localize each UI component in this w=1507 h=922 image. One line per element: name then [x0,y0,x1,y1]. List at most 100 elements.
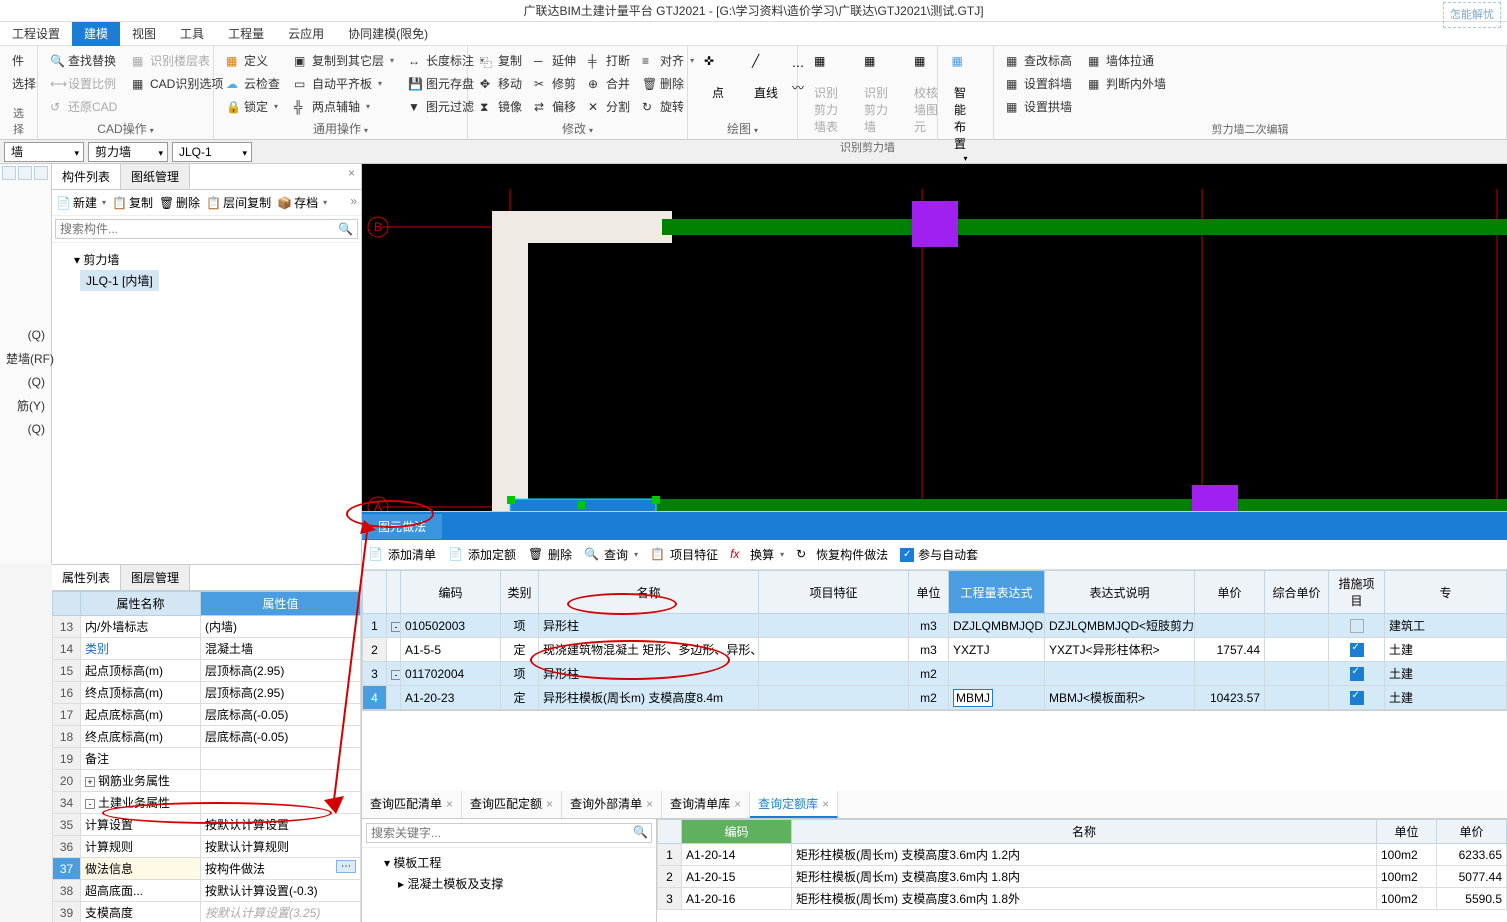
ribbon-btn-merge[interactable]: ⊕合并 [584,73,634,94]
ribbon-btn-move[interactable]: ✥移动 [476,73,526,94]
ribbon-btn-mirror[interactable]: ⧗镜像 [476,96,526,117]
th-desc[interactable]: 表达式说明 [1045,571,1195,614]
ribbon-btn-find-replace[interactable]: 🔍查找替换 [46,50,120,71]
ribbon-btn-auto-level[interactable]: ▭自动平齐板 [290,73,398,94]
btn-restore-method[interactable]: ↻恢复构件做法 [796,546,888,563]
search-icon[interactable]: 🔍 [338,222,353,236]
ribbon-btn-floor-table[interactable]: ▦识别楼层表 [128,50,214,71]
nav-btn-2[interactable] [18,166,32,180]
method-row[interactable]: 1-010502003项异形柱m3DZJLQMBMJQDDZJLQMBMJQD<… [363,614,1507,638]
query-tab[interactable]: 查询清单库× [662,791,750,818]
nav-btn-3[interactable] [34,166,48,180]
ribbon-btn-cad-options[interactable]: ▦CAD识别选项 [128,73,227,94]
menu-item-quantity[interactable]: 工程量 [216,22,276,46]
tab-property-list[interactable]: 属性列表 [52,565,121,590]
th-measure[interactable]: 措施项目 [1329,571,1385,614]
property-row[interactable]: 34-土建业务属性 [53,792,361,814]
qth-unit[interactable]: 单位 [1377,820,1437,844]
query-search-input[interactable] [366,823,652,843]
btn-query-method[interactable]: 🔍查询 [584,546,638,563]
btn-item-feature[interactable]: 📋项目特征 [650,546,718,563]
btn-delete-method[interactable]: 🗑删除 [528,546,572,563]
nav-item-rf[interactable]: 楚墙(RF) [0,346,51,371]
combo-category[interactable]: 墙 [4,142,84,162]
ribbon-btn-judge-wall[interactable]: ▦判断内外墙 [1084,73,1170,94]
property-row[interactable]: 17起点底标高(m)层底标高(-0.05) [53,704,361,726]
nav-btn-1[interactable] [2,166,16,180]
query-row[interactable]: 1A1-20-14矩形柱模板(周长m) 支模高度3.6m内 1.2内100m26… [658,844,1507,866]
btn-auto-match[interactable]: ✓参与自动套 [900,546,978,563]
property-row[interactable]: 14类别混凝土墙 [53,638,361,660]
ribbon-btn-arch-wall[interactable]: ▦设置拱墙 [1002,96,1076,117]
tree-root-wall[interactable]: ▾ 剪力墙 [62,249,351,270]
query-row[interactable]: 3A1-20-16矩形柱模板(周长m) 支模高度3.6m内 1.8外100m25… [658,888,1507,910]
th-cprice[interactable]: 综合单价 [1265,571,1329,614]
nav-item-q3[interactable]: (Q) [0,418,51,440]
query-tab[interactable]: 查询匹配定额× [462,791,562,818]
nav-item-y[interactable]: 筋(Y) [0,393,51,418]
property-row[interactable]: 38 超高底面...按默认计算设置(-0.3) [53,880,361,902]
ribbon-btn-check-elev[interactable]: ▦查改标高 [1002,50,1076,71]
nav-item-q2[interactable]: (Q) [0,371,51,393]
ribbon-btn-point[interactable]: ✜点 [696,50,740,105]
nav-item-q1[interactable]: (Q) [0,324,51,346]
tab-drawing-manage[interactable]: 图纸管理 [121,164,190,189]
ribbon-btn-break[interactable]: ╪打断 [584,50,634,71]
ribbon-btn-copy[interactable]: ⿻复制 [476,50,526,71]
qth-price[interactable]: 单价 [1437,820,1507,844]
th-code[interactable]: 编码 [401,571,501,614]
th-name[interactable]: 名称 [539,571,759,614]
drawing-canvas[interactable]: B A [362,164,1507,564]
th-price[interactable]: 单价 [1195,571,1265,614]
toolbar-more[interactable]: » [350,194,357,211]
menu-item-collab[interactable]: 协同建模(限免) [336,22,440,46]
ribbon-btn-identify-wall-table[interactable]: ▦识别剪力墙表 [806,50,850,139]
th-proj[interactable]: 专 [1385,571,1507,614]
ribbon-btn-smart-arrange[interactable]: ▦智能布置▾ [946,50,985,167]
ribbon-btn-define[interactable]: ▦定义 [222,50,284,71]
btn-delete-component[interactable]: 🗑删除 [159,194,200,211]
property-row[interactable]: 16终点顶标高(m)层顶标高(2.95) [53,682,361,704]
menu-item-cloud[interactable]: 云应用 [276,22,336,46]
th-unit[interactable]: 单位 [909,571,949,614]
query-tree-root[interactable]: ▾ 模板工程 [370,852,648,873]
ribbon-btn-aux-axis[interactable]: ╬两点辅轴 [290,96,398,117]
property-row[interactable]: 19备注 [53,748,361,770]
tab-layer-manage[interactable]: 图层管理 [121,565,190,590]
ribbon-btn-extend[interactable]: ─延伸 [530,50,580,71]
menu-item-view[interactable]: 视图 [120,22,168,46]
search-icon[interactable]: 🔍 [633,825,648,839]
property-row[interactable]: 13内/外墙标志(内墙) [53,616,361,638]
qth-name[interactable]: 名称 [792,820,1377,844]
btn-floor-copy[interactable]: 📋层间复制 [206,194,271,211]
query-tree-child[interactable]: ▸ 混凝土模板及支撑 [370,873,648,894]
th-cat[interactable]: 类别 [501,571,539,614]
method-row[interactable]: 2A1-5-5定现浇建筑物混凝土 矩形、多边形、异形、圆形柱、钢管柱m3YXZT… [363,638,1507,662]
btn-add-bill[interactable]: 📄添加清单 [368,546,436,563]
th-feat[interactable]: 项目特征 [759,571,909,614]
property-row[interactable]: 39 支模高度按默认计算设置(3.25) [53,902,361,922]
method-row[interactable]: 4A1-20-23定异形柱模板(周长m) 支模高度8.4mm2MBMJMBMJ<… [363,686,1507,710]
btn-archive[interactable]: 📦存档 [277,194,327,211]
search-component-input[interactable] [55,219,358,239]
query-tab[interactable]: 查询定额库× [750,791,838,818]
ribbon-btn-line[interactable]: ╱直线 [744,50,788,105]
property-row[interactable]: 36 计算规则按默认计算规则 [53,836,361,858]
menu-item-project-settings[interactable]: 工程设置 [0,22,72,46]
ribbon-btn-offset[interactable]: ⇄偏移 [530,96,580,117]
ribbon-btn-lock[interactable]: 🔒锁定 [222,96,284,117]
ribbon-btn-split[interactable]: ✕分割 [584,96,634,117]
ribbon-btn-set-scale[interactable]: ⟷设置比例 [46,73,120,94]
tab-component-list[interactable]: 构件列表 [52,164,121,189]
property-row[interactable]: 35 计算设置按默认计算设置 [53,814,361,836]
property-row[interactable]: 37 做法信息按构件做法⋯ [53,858,361,880]
property-row[interactable]: 15起点顶标高(m)层顶标高(2.95) [53,660,361,682]
btn-add-quota[interactable]: 📄添加定额 [448,546,516,563]
ribbon-btn-copy-floor[interactable]: ▣复制到其它层 [290,50,398,71]
tree-item-jlq1[interactable]: JLQ-1 [内墙] [80,270,159,291]
combo-type[interactable]: 剪力墙 [88,142,168,162]
panel-close-button[interactable]: × [342,164,361,189]
menu-item-modeling[interactable]: 建模 [72,22,120,46]
ribbon-btn-select[interactable]: 选择 [8,73,29,94]
th-expr[interactable]: 工程量表达式 [949,571,1045,614]
